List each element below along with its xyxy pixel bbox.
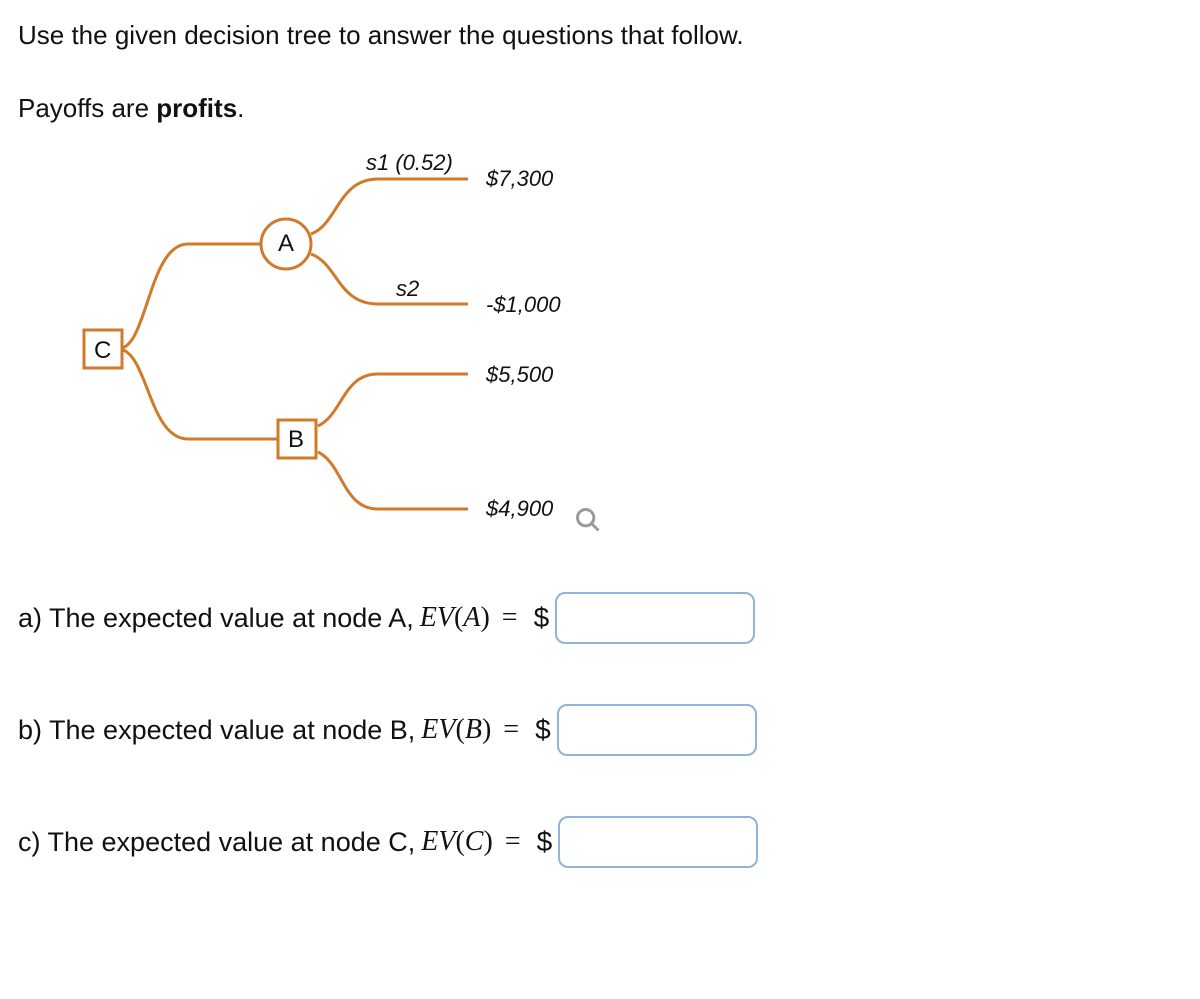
- question-c-text: c) The expected value at node C,: [18, 827, 415, 858]
- answer-input-b[interactable]: [557, 704, 757, 756]
- node-a-label: A: [278, 230, 294, 258]
- s2-label: s2: [396, 276, 419, 302]
- ev-a-func: EV: [420, 602, 454, 633]
- question-a-text: a) The expected value at node A,: [18, 603, 414, 634]
- ev-c-expr: EV(C): [421, 826, 493, 858]
- payoffs-bold: profits: [156, 93, 237, 123]
- s1-label: s1 (0.52): [366, 150, 453, 176]
- tree-svg: [18, 144, 658, 544]
- currency-a: $: [534, 602, 550, 634]
- payoffs-line: Payoffs are profits.: [18, 93, 1182, 124]
- decision-tree-diagram: C A B s1 (0.52) s2 $7,300 -$1,000 $5,500…: [18, 144, 658, 544]
- question-a: a) The expected value at node A, EV(A) =…: [18, 592, 1182, 644]
- currency-c: $: [537, 826, 553, 858]
- eq-sign-c: =: [505, 826, 521, 858]
- payoff-a-s1: $7,300: [486, 166, 553, 192]
- ev-c-func: EV: [421, 826, 455, 857]
- eq-sign-a: =: [502, 602, 518, 634]
- ev-b-var: B: [465, 714, 482, 745]
- ev-b-func: EV: [421, 714, 455, 745]
- currency-b: $: [535, 714, 551, 746]
- payoffs-suffix: .: [237, 93, 244, 123]
- ev-a-var: A: [463, 602, 480, 633]
- node-c-label: C: [94, 337, 111, 365]
- instruction-text: Use the given decision tree to answer th…: [18, 18, 1182, 53]
- question-b-text: b) The expected value at node B,: [18, 715, 415, 746]
- payoff-a-s2: -$1,000: [486, 292, 561, 318]
- ev-a-expr: EV(A): [420, 602, 490, 634]
- ev-c-var: C: [465, 826, 484, 857]
- payoffs-prefix: Payoffs are: [18, 93, 156, 123]
- answer-input-a[interactable]: [555, 592, 755, 644]
- ev-b-expr: EV(B): [421, 714, 491, 746]
- eq-sign-b: =: [503, 714, 519, 746]
- question-b: b) The expected value at node B, EV(B) =…: [18, 704, 1182, 756]
- node-b-label: B: [288, 426, 304, 454]
- question-c: c) The expected value at node C, EV(C) =…: [18, 816, 1182, 868]
- payoff-b-2: $4,900: [486, 496, 553, 522]
- payoff-b-1: $5,500: [486, 362, 553, 388]
- answer-input-c[interactable]: [558, 816, 758, 868]
